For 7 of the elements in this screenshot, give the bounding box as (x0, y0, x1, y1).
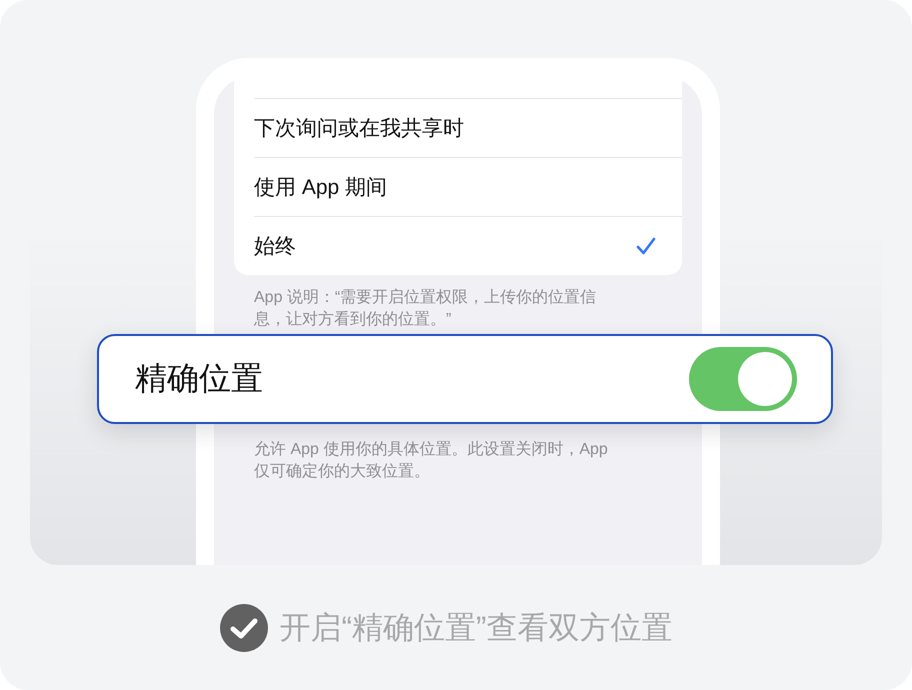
setting-label: 精确位置 (135, 359, 263, 398)
caption-text: 开启“精确位置”查看双方位置 (280, 608, 672, 646)
option-row[interactable]: 使用 App 期间 (254, 157, 682, 216)
app-description: App 说明：“需要开启位置权限，上传你的位置信息，让对方看到你的位置。” (253, 288, 598, 330)
option-row[interactable]: 始终 (254, 216, 682, 275)
precise-location-note: 允许 App 使用你的具体位置。此设置关闭时，App 仅可确定你的大致位置。 (253, 440, 609, 482)
option-row[interactable]: 下次询问或在我共享时 (254, 98, 682, 157)
